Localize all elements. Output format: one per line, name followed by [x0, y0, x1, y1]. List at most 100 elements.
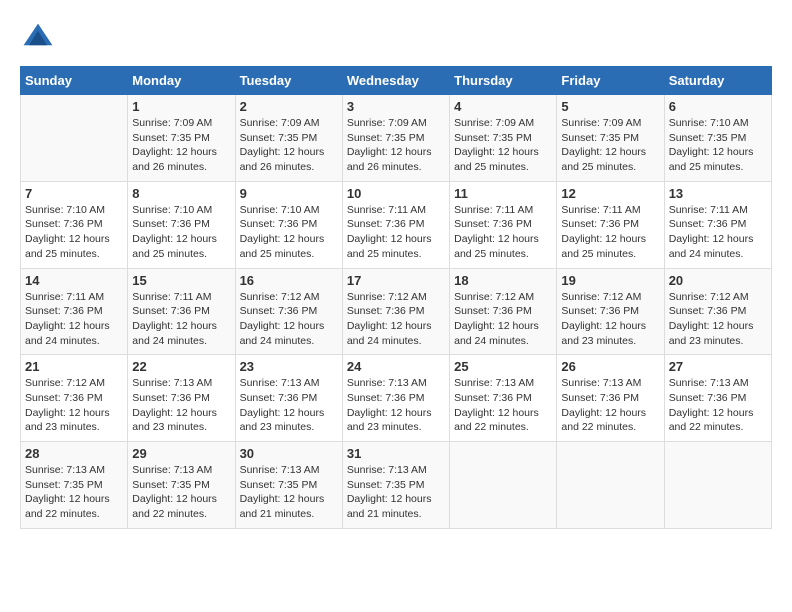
day-number: 28 — [25, 446, 123, 461]
day-info: Sunrise: 7:10 AM Sunset: 7:35 PM Dayligh… — [669, 116, 767, 175]
day-info: Sunrise: 7:13 AM Sunset: 7:36 PM Dayligh… — [132, 376, 230, 435]
header-cell-friday: Friday — [557, 67, 664, 95]
week-row-4: 21 Sunrise: 7:12 AM Sunset: 7:36 PM Dayli… — [21, 355, 772, 442]
day-number: 29 — [132, 446, 230, 461]
day-info: Sunrise: 7:12 AM Sunset: 7:36 PM Dayligh… — [25, 376, 123, 435]
logo-icon — [20, 20, 56, 56]
day-cell — [664, 442, 771, 529]
day-cell: 25 Sunrise: 7:13 AM Sunset: 7:36 PM Dayli… — [450, 355, 557, 442]
day-cell: 28 Sunrise: 7:13 AM Sunset: 7:35 PM Dayli… — [21, 442, 128, 529]
day-info: Sunrise: 7:13 AM Sunset: 7:36 PM Dayligh… — [240, 376, 338, 435]
day-cell: 23 Sunrise: 7:13 AM Sunset: 7:36 PM Dayli… — [235, 355, 342, 442]
day-info: Sunrise: 7:13 AM Sunset: 7:35 PM Dayligh… — [240, 463, 338, 522]
day-info: Sunrise: 7:09 AM Sunset: 7:35 PM Dayligh… — [347, 116, 445, 175]
day-number: 3 — [347, 99, 445, 114]
day-cell: 9 Sunrise: 7:10 AM Sunset: 7:36 PM Daylig… — [235, 181, 342, 268]
day-cell: 10 Sunrise: 7:11 AM Sunset: 7:36 PM Dayli… — [342, 181, 449, 268]
day-number: 5 — [561, 99, 659, 114]
day-cell: 5 Sunrise: 7:09 AM Sunset: 7:35 PM Daylig… — [557, 95, 664, 182]
day-number: 7 — [25, 186, 123, 201]
calendar-header: SundayMondayTuesdayWednesdayThursdayFrid… — [21, 67, 772, 95]
week-row-5: 28 Sunrise: 7:13 AM Sunset: 7:35 PM Dayli… — [21, 442, 772, 529]
day-number: 16 — [240, 273, 338, 288]
page-header — [20, 20, 772, 56]
day-info: Sunrise: 7:09 AM Sunset: 7:35 PM Dayligh… — [454, 116, 552, 175]
day-cell — [21, 95, 128, 182]
day-number: 25 — [454, 359, 552, 374]
day-info: Sunrise: 7:13 AM Sunset: 7:35 PM Dayligh… — [132, 463, 230, 522]
header-cell-saturday: Saturday — [664, 67, 771, 95]
day-info: Sunrise: 7:10 AM Sunset: 7:36 PM Dayligh… — [25, 203, 123, 262]
day-number: 30 — [240, 446, 338, 461]
day-number: 6 — [669, 99, 767, 114]
day-cell: 3 Sunrise: 7:09 AM Sunset: 7:35 PM Daylig… — [342, 95, 449, 182]
day-info: Sunrise: 7:09 AM Sunset: 7:35 PM Dayligh… — [240, 116, 338, 175]
day-number: 26 — [561, 359, 659, 374]
week-row-2: 7 Sunrise: 7:10 AM Sunset: 7:36 PM Daylig… — [21, 181, 772, 268]
day-info: Sunrise: 7:11 AM Sunset: 7:36 PM Dayligh… — [132, 290, 230, 349]
logo — [20, 20, 60, 56]
day-info: Sunrise: 7:09 AM Sunset: 7:35 PM Dayligh… — [561, 116, 659, 175]
day-info: Sunrise: 7:12 AM Sunset: 7:36 PM Dayligh… — [240, 290, 338, 349]
day-cell: 18Sunrise: 7:12 AM Sunset: 7:36 PM Dayli… — [450, 268, 557, 355]
day-cell: 19 Sunrise: 7:12 AM Sunset: 7:36 PM Dayli… — [557, 268, 664, 355]
day-number: 17 — [347, 273, 445, 288]
day-info: Sunrise: 7:13 AM Sunset: 7:36 PM Dayligh… — [454, 376, 552, 435]
day-info: Sunrise: 7:11 AM Sunset: 7:36 PM Dayligh… — [454, 203, 552, 262]
day-info: Sunrise: 7:13 AM Sunset: 7:36 PM Dayligh… — [561, 376, 659, 435]
day-info: Sunrise: 7:11 AM Sunset: 7:36 PM Dayligh… — [347, 203, 445, 262]
day-cell — [557, 442, 664, 529]
day-info: Sunrise: 7:10 AM Sunset: 7:36 PM Dayligh… — [132, 203, 230, 262]
day-info: Sunrise: 7:13 AM Sunset: 7:36 PM Dayligh… — [669, 376, 767, 435]
day-info: Sunrise: 7:10 AM Sunset: 7:36 PM Dayligh… — [240, 203, 338, 262]
day-cell — [450, 442, 557, 529]
day-number: 24 — [347, 359, 445, 374]
day-info: Sunrise: 7:11 AM Sunset: 7:36 PM Dayligh… — [561, 203, 659, 262]
day-number: 2 — [240, 99, 338, 114]
day-cell: 29 Sunrise: 7:13 AM Sunset: 7:35 PM Dayli… — [128, 442, 235, 529]
day-cell: 4Sunrise: 7:09 AM Sunset: 7:35 PM Daylig… — [450, 95, 557, 182]
day-number: 31 — [347, 446, 445, 461]
day-number: 10 — [347, 186, 445, 201]
day-info: Sunrise: 7:13 AM Sunset: 7:35 PM Dayligh… — [25, 463, 123, 522]
day-info: Sunrise: 7:11 AM Sunset: 7:36 PM Dayligh… — [25, 290, 123, 349]
day-info: Sunrise: 7:13 AM Sunset: 7:36 PM Dayligh… — [347, 376, 445, 435]
calendar-table: SundayMondayTuesdayWednesdayThursdayFrid… — [20, 66, 772, 529]
header-cell-monday: Monday — [128, 67, 235, 95]
day-number: 1 — [132, 99, 230, 114]
day-cell: 16 Sunrise: 7:12 AM Sunset: 7:36 PM Dayli… — [235, 268, 342, 355]
day-number: 23 — [240, 359, 338, 374]
day-cell: 15 Sunrise: 7:11 AM Sunset: 7:36 PM Dayli… — [128, 268, 235, 355]
week-row-1: 1 Sunrise: 7:09 AM Sunset: 7:35 PM Daylig… — [21, 95, 772, 182]
day-cell: 31Sunrise: 7:13 AM Sunset: 7:35 PM Dayli… — [342, 442, 449, 529]
day-number: 18 — [454, 273, 552, 288]
day-cell: 21 Sunrise: 7:12 AM Sunset: 7:36 PM Dayli… — [21, 355, 128, 442]
day-cell: 7 Sunrise: 7:10 AM Sunset: 7:36 PM Daylig… — [21, 181, 128, 268]
day-number: 15 — [132, 273, 230, 288]
day-info: Sunrise: 7:12 AM Sunset: 7:36 PM Dayligh… — [669, 290, 767, 349]
day-cell: 12 Sunrise: 7:11 AM Sunset: 7:36 PM Dayli… — [557, 181, 664, 268]
day-number: 11 — [454, 186, 552, 201]
day-info: Sunrise: 7:09 AM Sunset: 7:35 PM Dayligh… — [132, 116, 230, 175]
day-cell: 6 Sunrise: 7:10 AM Sunset: 7:35 PM Daylig… — [664, 95, 771, 182]
day-cell: 8Sunrise: 7:10 AM Sunset: 7:36 PM Daylig… — [128, 181, 235, 268]
header-row: SundayMondayTuesdayWednesdayThursdayFrid… — [21, 67, 772, 95]
day-cell: 13Sunrise: 7:11 AM Sunset: 7:36 PM Dayli… — [664, 181, 771, 268]
day-cell: 14 Sunrise: 7:11 AM Sunset: 7:36 PM Dayli… — [21, 268, 128, 355]
day-info: Sunrise: 7:12 AM Sunset: 7:36 PM Dayligh… — [561, 290, 659, 349]
day-number: 14 — [25, 273, 123, 288]
header-cell-wednesday: Wednesday — [342, 67, 449, 95]
day-cell: 27Sunrise: 7:13 AM Sunset: 7:36 PM Dayli… — [664, 355, 771, 442]
day-number: 19 — [561, 273, 659, 288]
day-cell: 1 Sunrise: 7:09 AM Sunset: 7:35 PM Daylig… — [128, 95, 235, 182]
day-number: 12 — [561, 186, 659, 201]
header-cell-thursday: Thursday — [450, 67, 557, 95]
day-number: 22 — [132, 359, 230, 374]
day-info: Sunrise: 7:11 AM Sunset: 7:36 PM Dayligh… — [669, 203, 767, 262]
day-cell: 20Sunrise: 7:12 AM Sunset: 7:36 PM Dayli… — [664, 268, 771, 355]
day-cell: 26 Sunrise: 7:13 AM Sunset: 7:36 PM Dayli… — [557, 355, 664, 442]
day-number: 9 — [240, 186, 338, 201]
day-cell: 11 Sunrise: 7:11 AM Sunset: 7:36 PM Dayli… — [450, 181, 557, 268]
calendar-body: 1 Sunrise: 7:09 AM Sunset: 7:35 PM Daylig… — [21, 95, 772, 529]
day-number: 21 — [25, 359, 123, 374]
